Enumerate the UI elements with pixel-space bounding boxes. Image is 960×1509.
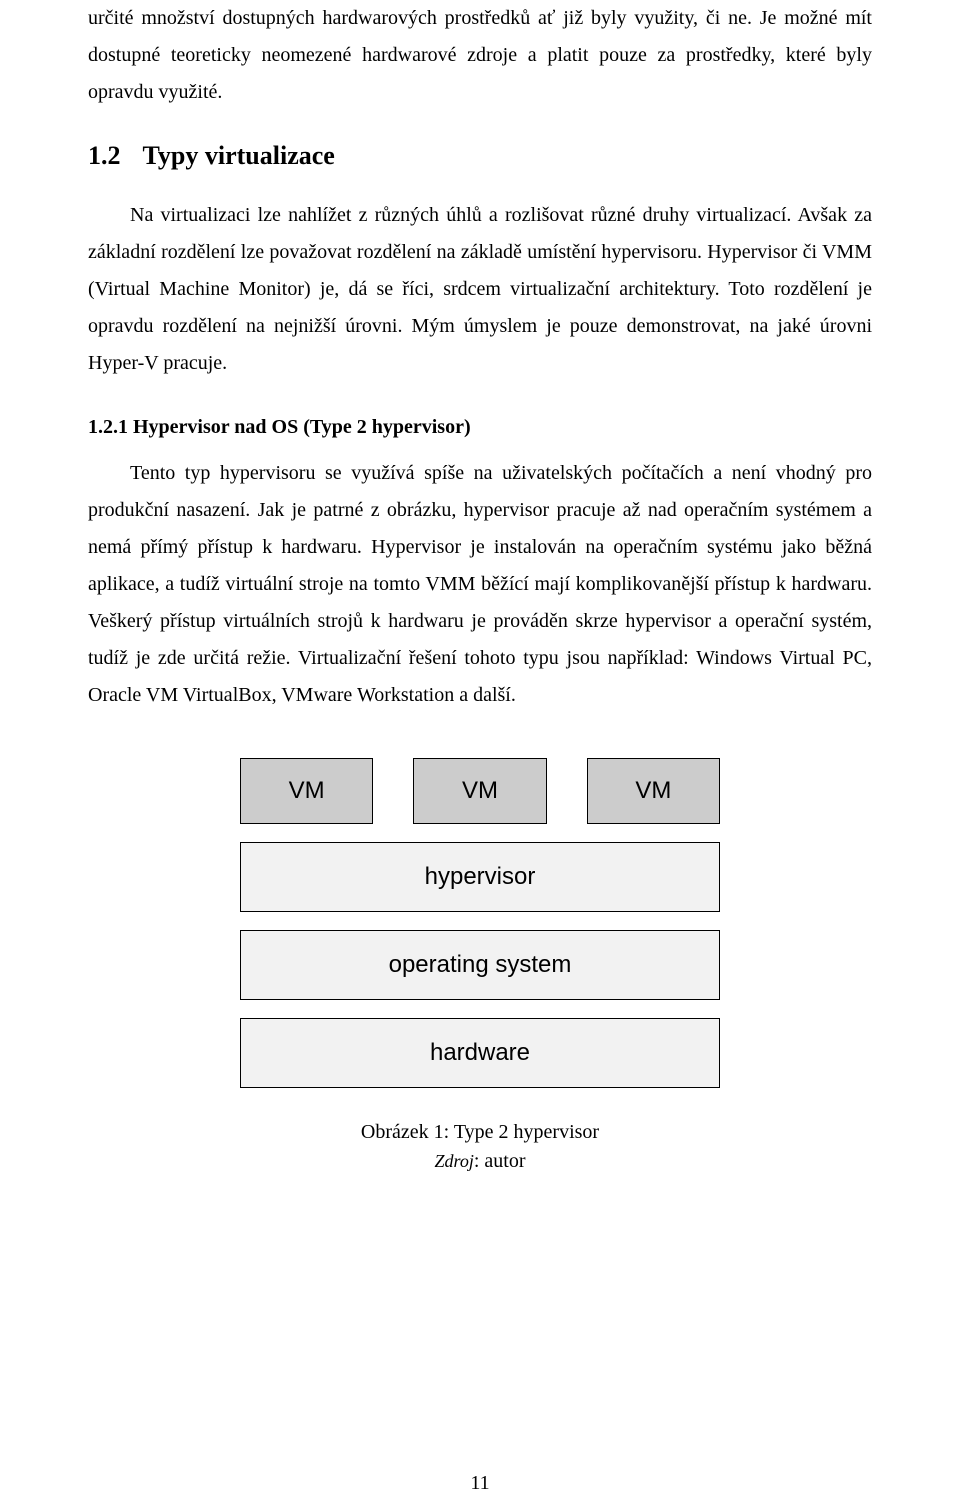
- figure-vm-box: VM: [587, 758, 720, 824]
- figure-hypervisor-layer: hypervisor: [240, 842, 720, 912]
- paragraph-intro: určité množství dostupných hardwarových …: [88, 0, 872, 111]
- paragraph-sec12: Na virtualizaci lze nahlížet z různých ú…: [88, 197, 872, 382]
- figure-caption: Obrázek 1: Type 2 hypervisor Zdroj: auto…: [240, 1118, 720, 1176]
- heading-1-2-1: 1.2.1 Hypervisor nad OS (Type 2 hypervis…: [88, 416, 872, 439]
- figure-vm-box: VM: [240, 758, 373, 824]
- heading-1-2-title: Typy virtualizace: [143, 141, 335, 170]
- figure-os-layer: operating system: [240, 930, 720, 1000]
- figure-caption-text: Obrázek 1: Type 2 hypervisor: [361, 1121, 599, 1143]
- heading-1-2-number: 1.2: [88, 141, 121, 171]
- figure-type2-hypervisor: VM VM VM hypervisor operating system har…: [240, 758, 720, 1176]
- page: určité množství dostupných hardwarových …: [0, 0, 960, 1509]
- paragraph-sec121: Tento typ hypervisoru se využívá spíše n…: [88, 455, 872, 714]
- figure-source-label: Zdroj: [434, 1151, 473, 1171]
- figure-hardware-layer: hardware: [240, 1018, 720, 1088]
- heading-1-2: 1.2 Typy virtualizace: [88, 141, 872, 171]
- figure-source-value: : autor: [474, 1150, 526, 1172]
- page-number: 11: [0, 1472, 960, 1495]
- figure-vm-row: VM VM VM: [240, 758, 720, 824]
- figure-vm-box: VM: [413, 758, 546, 824]
